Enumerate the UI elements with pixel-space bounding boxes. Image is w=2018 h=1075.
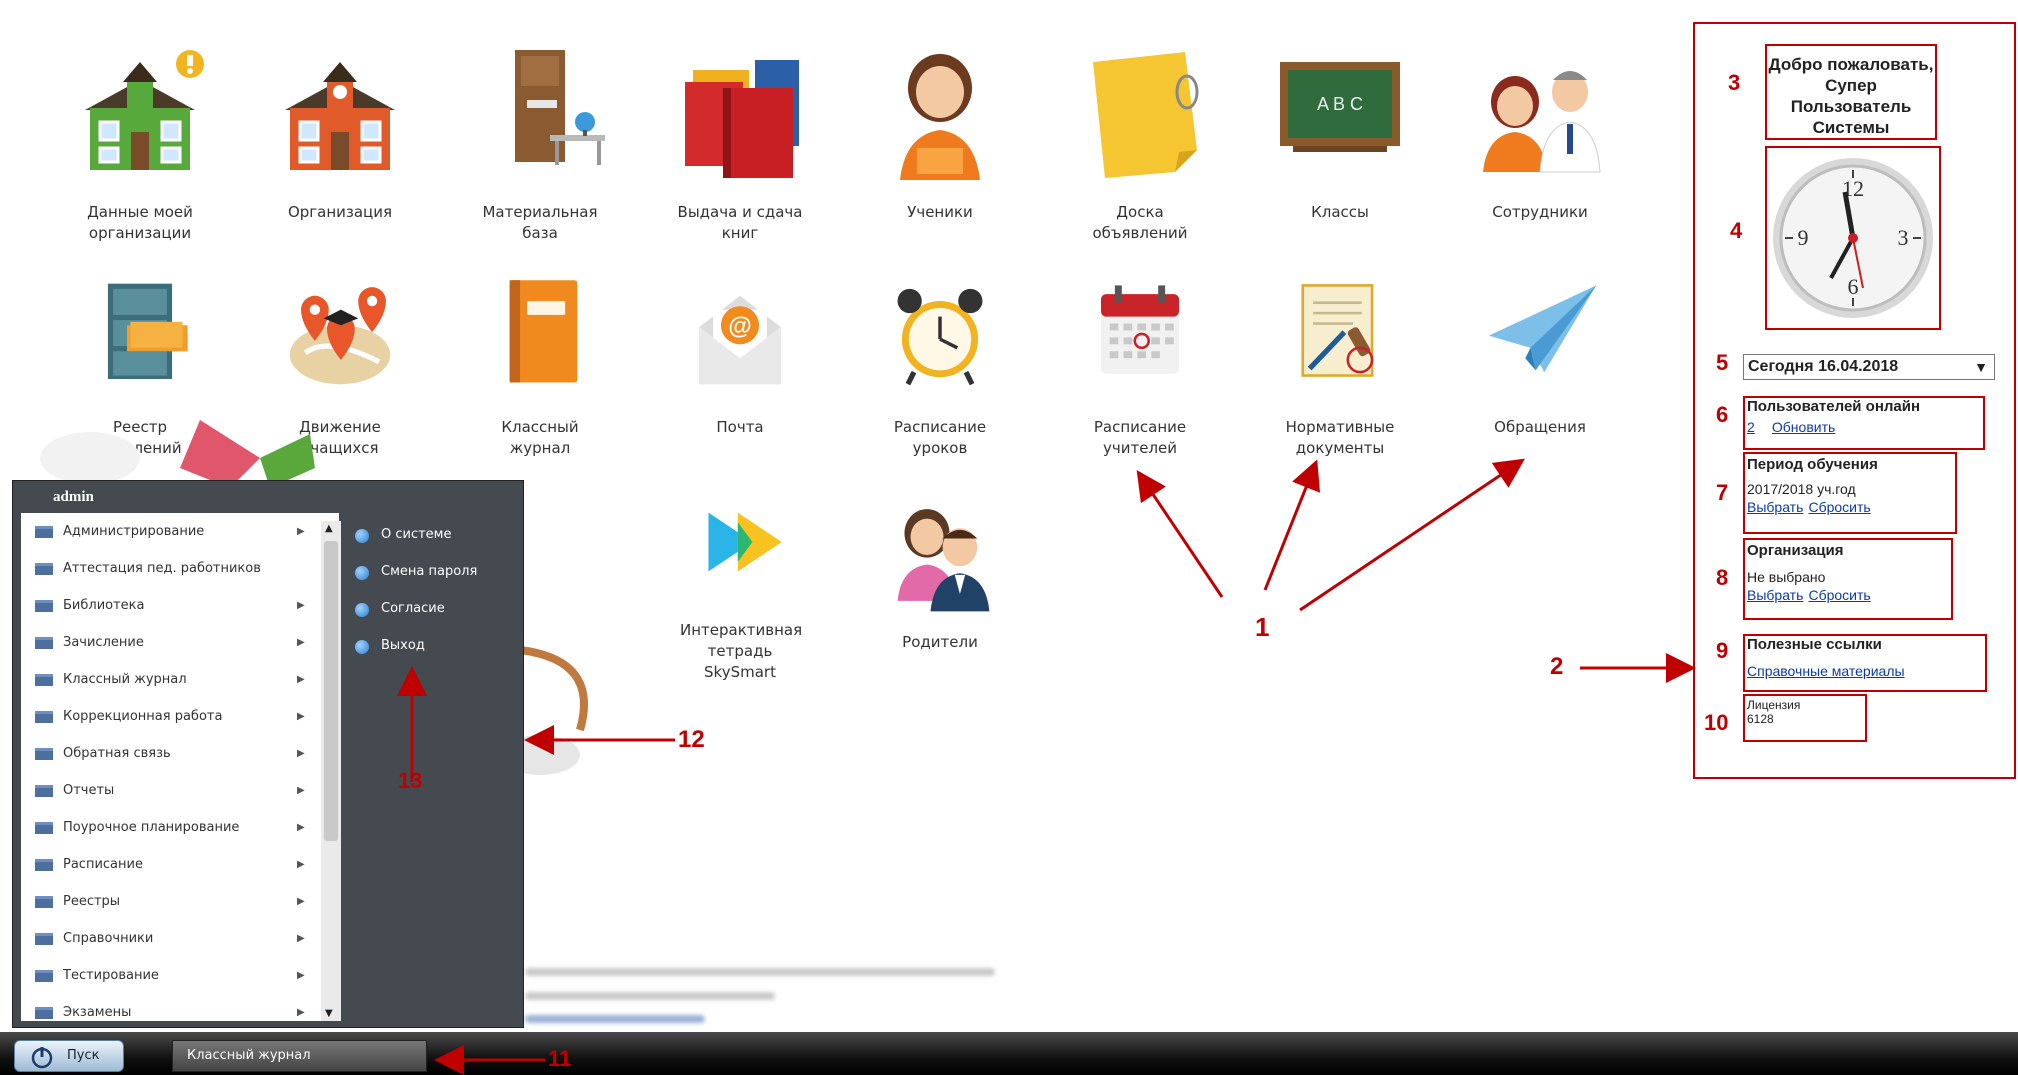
annotation-label-11: 11 [548, 1046, 572, 1071]
annotation-label-7: 7 [1716, 480, 1729, 505]
annotation-label-5: 5 [1716, 350, 1729, 375]
annotation-label-13: 13 [398, 768, 423, 793]
annotation-label-10: 10 [1704, 710, 1729, 735]
annotation-label-3: 3 [1728, 70, 1741, 95]
annotation-label-2: 2 [1550, 653, 1564, 680]
annotation-label-12: 12 [678, 726, 705, 753]
annotation-arrows [397, 458, 1696, 1075]
annotation-label-8: 8 [1716, 565, 1729, 590]
annotation-label-4: 4 [1730, 218, 1743, 243]
annotation-label-1: 1 [1255, 612, 1270, 642]
annotation-label-9: 9 [1716, 638, 1729, 663]
annotation-label-6: 6 [1716, 402, 1729, 427]
